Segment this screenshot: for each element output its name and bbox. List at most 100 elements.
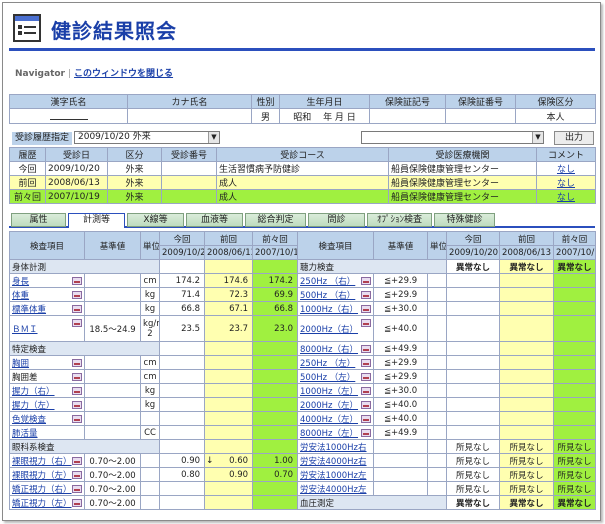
graph-icon[interactable] xyxy=(72,277,83,285)
result-value xyxy=(553,383,597,398)
tab-6[interactable]: ｵﾌﾟｼｮﾝ検査 xyxy=(367,213,432,227)
tab-2[interactable]: X線等 xyxy=(127,213,184,227)
graph-icon[interactable] xyxy=(361,305,372,313)
tab-7[interactable]: 特殊健診 xyxy=(434,213,495,227)
graph-icon[interactable] xyxy=(72,387,83,395)
tab-5[interactable]: 問診 xyxy=(308,213,365,227)
history-header: 受診医療機関 xyxy=(388,147,537,162)
value-text: 所見なし xyxy=(557,470,592,481)
section-label: 特定検査 xyxy=(8,341,161,356)
graph-icon[interactable] xyxy=(361,319,372,327)
result-item-link[interactable]: 500Hz （左） xyxy=(297,369,375,384)
result-value: 所見なし xyxy=(499,467,555,482)
person-value xyxy=(445,108,516,124)
result-value xyxy=(553,397,597,412)
graph-icon[interactable] xyxy=(361,401,372,409)
result-value: 71.4 xyxy=(159,287,206,302)
result-item-label: 4000Hz（左） xyxy=(300,414,359,425)
graph-icon[interactable] xyxy=(361,359,372,367)
unit-text: kg xyxy=(144,385,156,396)
graph-icon[interactable] xyxy=(72,401,83,409)
tab-bar: 属性 計測等 X線等 血液等 総合判定 問診 ｵﾌﾟｼｮﾝ検査 特殊健診 xyxy=(9,212,595,228)
graph-icon[interactable] xyxy=(72,499,83,507)
result-item-link[interactable]: 250Hz （右） xyxy=(297,273,375,288)
comment-link[interactable]: なし xyxy=(557,179,575,189)
history-select[interactable]: 2009/10/20 外来 ▼ xyxy=(74,131,220,144)
result-item-link[interactable]: 1000Hz（右） xyxy=(297,301,375,316)
person-header: 保険区分 xyxy=(515,94,596,109)
result-value xyxy=(553,341,597,356)
history-row[interactable]: 今回 2009/10/20 外来 生活習慣病予防健診 船員保険健康管理センター なし xyxy=(9,161,596,176)
result-item-link[interactable]: 身長 xyxy=(8,273,86,288)
reference-value: ≦+29.9 xyxy=(373,273,429,288)
tab-0[interactable]: 属性 xyxy=(11,213,66,227)
graph-icon[interactable] xyxy=(72,319,83,327)
result-item-link[interactable]: 裸眼視力（左） xyxy=(8,467,86,482)
graph-icon[interactable] xyxy=(361,429,372,437)
output-button[interactable]: 出力 xyxy=(554,131,594,145)
result-item-link[interactable]: 労安法1000Hz左 xyxy=(297,467,375,482)
close-window-link[interactable]: このウィンドウを閉じる xyxy=(74,69,173,79)
graph-icon[interactable] xyxy=(72,373,83,381)
history-cell xyxy=(161,161,217,176)
result-item-label: 250Hz （右） xyxy=(300,276,356,287)
result-item-link[interactable]: 標準体重 xyxy=(8,301,86,316)
graph-icon[interactable] xyxy=(361,373,372,381)
result-item-link[interactable]: 労安法4000Hz右 xyxy=(297,453,375,468)
result-item-link[interactable]: 8000Hz（右） xyxy=(297,341,375,356)
graph-icon[interactable] xyxy=(72,359,83,367)
graph-icon[interactable] xyxy=(72,457,83,465)
date-header: 2007/10/19 xyxy=(553,245,597,260)
comment-link[interactable]: なし xyxy=(557,165,575,175)
result-item-link[interactable]: 労安法1000Hz右 xyxy=(297,439,375,454)
graph-icon[interactable] xyxy=(361,387,372,395)
result-row: 握力（左） kg 2000Hz（左） ≦+40.0 xyxy=(8,397,597,412)
graph-icon[interactable] xyxy=(72,471,83,479)
graph-icon[interactable] xyxy=(361,415,372,423)
result-item-label: 裸眼視力（右） xyxy=(12,456,72,467)
comment-link[interactable]: なし xyxy=(557,193,575,203)
result-item-link[interactable]: 裸眼視力（右） xyxy=(8,453,86,468)
result-item-link[interactable]: 握力（右） xyxy=(8,383,86,398)
result-header: 単位 xyxy=(427,231,448,260)
history-header: コメント xyxy=(536,147,596,162)
section-label: 身体計測 xyxy=(8,259,161,274)
graph-icon[interactable] xyxy=(361,345,372,353)
result-item-link[interactable]: 2000Hz（右） xyxy=(297,315,375,342)
result-item-link[interactable]: 色覚検査 xyxy=(8,411,86,426)
history-select-value: 2009/10/20 外来 xyxy=(78,132,151,142)
institution-select[interactable]: ▼ xyxy=(361,131,544,144)
history-row[interactable]: 前々回 2007/10/19 外来 成人 船員保険健康管理センター なし xyxy=(9,189,596,204)
graph-icon[interactable] xyxy=(72,305,83,313)
tab-4[interactable]: 総合判定 xyxy=(245,213,306,227)
graph-icon[interactable] xyxy=(72,415,83,423)
result-item-link[interactable]: 矯正視力（右） xyxy=(8,481,86,496)
result-value xyxy=(252,259,299,274)
result-item-link[interactable]: 500Hz （右） xyxy=(297,287,375,302)
result-item-link[interactable]: 労安法4000Hz左 xyxy=(297,481,375,496)
unit xyxy=(427,481,448,496)
result-item-link[interactable]: 4000Hz（左） xyxy=(297,411,375,426)
tab-1[interactable]: 計測等 xyxy=(68,213,125,228)
result-item-link[interactable]: 胸囲 xyxy=(8,355,86,370)
history-cell: 船員保険健康管理センター xyxy=(388,161,537,176)
result-item-label: 色覚検査 xyxy=(12,414,47,425)
tab-3[interactable]: 血液等 xyxy=(186,213,243,227)
graph-icon[interactable] xyxy=(361,277,372,285)
result-value xyxy=(499,273,555,288)
result-item-link[interactable]: 握力（左） xyxy=(8,397,86,412)
result-item-link[interactable]: 肺活量 xyxy=(8,425,86,440)
result-item-link[interactable]: 体重 xyxy=(8,287,86,302)
history-row[interactable]: 前回 2008/06/13 外来 成人 船員保険健康管理センター なし xyxy=(9,175,596,190)
result-item-link[interactable]: 8000Hz（左） xyxy=(297,425,375,440)
history-cell xyxy=(161,175,217,190)
result-item-link[interactable]: ＢＭＩ xyxy=(8,315,86,342)
result-item-link[interactable]: 矯正視力（左） xyxy=(8,495,86,510)
graph-icon[interactable] xyxy=(72,291,83,299)
result-item-link[interactable]: 2000Hz（左） xyxy=(297,397,375,412)
graph-icon[interactable] xyxy=(72,485,83,493)
graph-icon[interactable] xyxy=(361,291,372,299)
result-item-link[interactable]: 250Hz （左） xyxy=(297,355,375,370)
result-value: 所見なし xyxy=(499,481,555,496)
result-item-link[interactable]: 1000Hz（左） xyxy=(297,383,375,398)
